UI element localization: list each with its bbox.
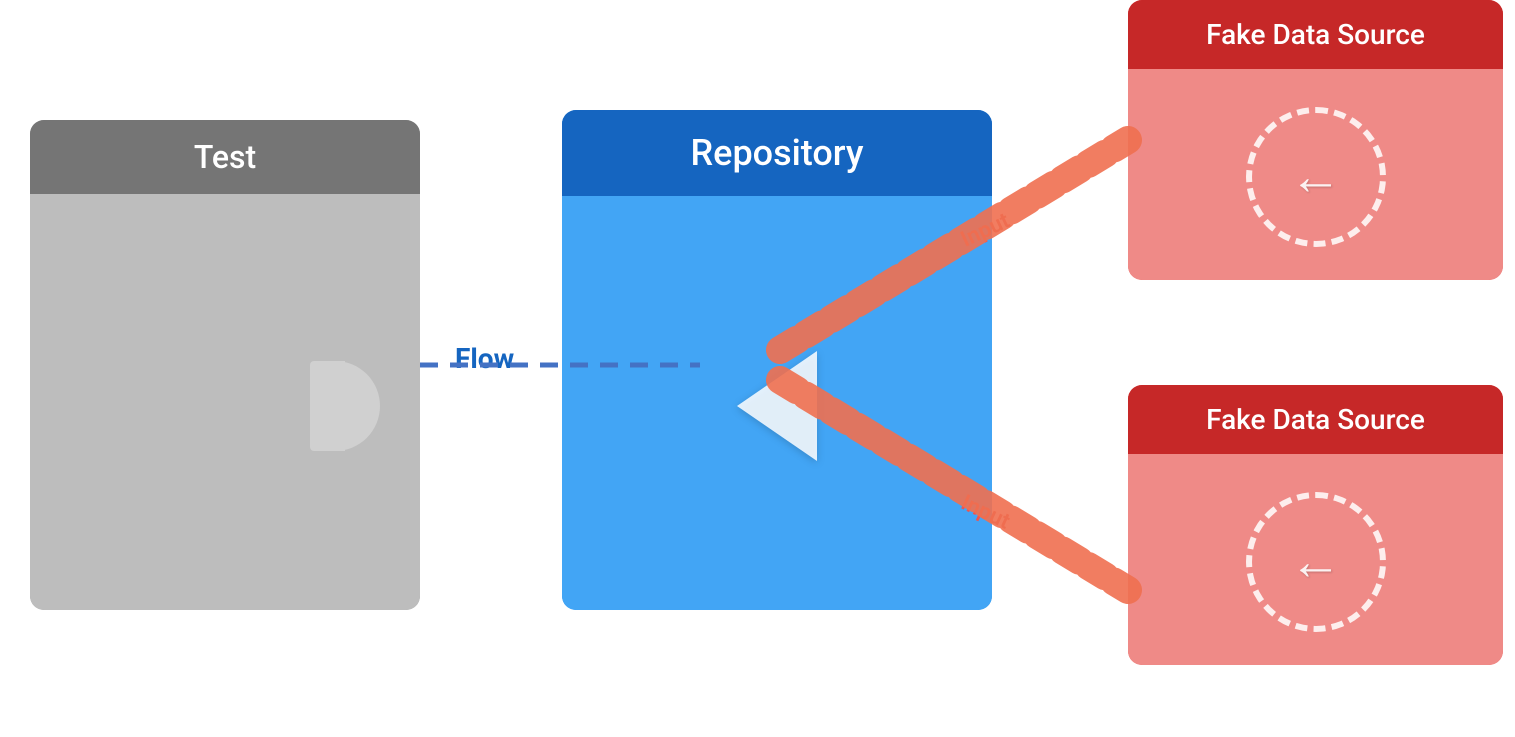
test-block-header: Test	[30, 120, 420, 194]
fake-block-1-header: Fake Data Source	[1128, 0, 1503, 69]
fake-block-1-title: Fake Data Source	[1206, 18, 1425, 51]
fake-data-source-block-2[interactable]: Fake Data Source ←	[1128, 385, 1503, 665]
arrow-left-1: ←	[1290, 151, 1342, 203]
dashed-arrow-1: ←	[1236, 97, 1396, 257]
fake-block-2-title: Fake Data Source	[1206, 403, 1425, 436]
diagram-canvas: Test Repository Fake Data Source ←	[0, 0, 1515, 737]
fake-block-1-body: ←	[1128, 69, 1503, 280]
repository-block[interactable]: Repository	[562, 110, 992, 610]
fake-block-2-header: Fake Data Source	[1128, 385, 1503, 454]
test-block[interactable]: Test	[30, 120, 420, 610]
repo-block-body	[562, 196, 992, 610]
left-arrow-triangle	[737, 351, 817, 461]
dashed-arrow-2: ←	[1236, 482, 1396, 642]
fake-data-source-block-1[interactable]: Fake Data Source ←	[1128, 0, 1503, 280]
arrow-left-2: ←	[1290, 536, 1342, 588]
repo-block-title: Repository	[691, 132, 864, 174]
flow-label: Flow	[455, 342, 514, 375]
d-shape-connector	[310, 361, 380, 451]
test-block-title: Test	[194, 138, 256, 176]
test-block-body	[30, 194, 420, 610]
repo-block-header: Repository	[562, 110, 992, 196]
fake-block-2-body: ←	[1128, 454, 1503, 665]
